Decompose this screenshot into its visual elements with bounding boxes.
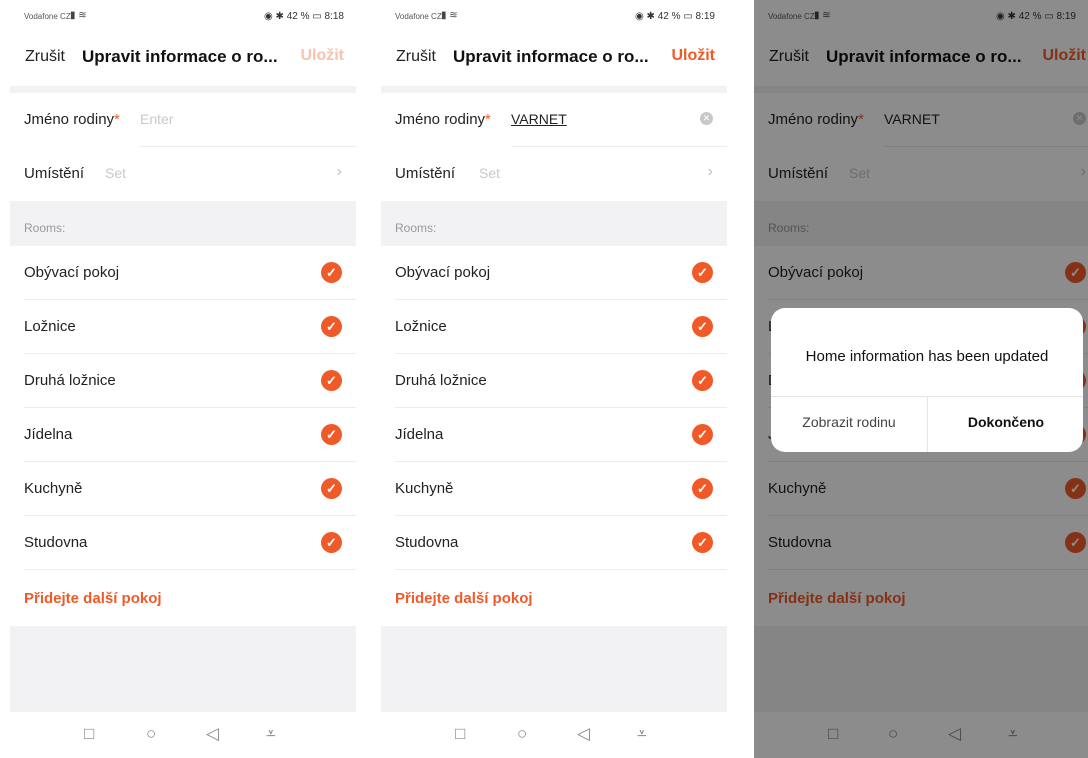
header: Zrušit Upravit informace o ro... Uložit: [381, 32, 727, 86]
add-room-button[interactable]: Přidejte další pokoj: [395, 590, 533, 607]
notification-icon[interactable]: ⩡: [266, 724, 276, 744]
room-label: Ložnice: [395, 318, 447, 335]
room-label: Obývací pokoj: [395, 264, 491, 281]
required-mark: *: [485, 111, 491, 128]
system-nav-bar: □ ○ ◁ ⩡: [10, 712, 356, 758]
room-label: Studovna: [395, 534, 459, 551]
carrier-label: Vodafone CZ: [395, 12, 442, 21]
carrier-label: Vodafone CZ: [24, 12, 71, 21]
location-row[interactable]: Umístění Set ›: [10, 147, 356, 201]
save-button[interactable]: Uložit: [671, 47, 715, 65]
chevron-right-icon: ›: [336, 163, 342, 180]
cancel-button[interactable]: Zrušit: [25, 48, 65, 66]
family-name-row[interactable]: Jméno rodiny* Enter: [10, 93, 356, 147]
room-row[interactable]: Druhá ložnice ✓: [10, 354, 356, 408]
room-label: Studovna: [24, 534, 88, 551]
room-label: Kuchyně: [395, 480, 454, 497]
rooms-section-title: Rooms:: [395, 221, 437, 235]
back-icon[interactable]: ◁: [577, 724, 590, 744]
save-button[interactable]: Uložit: [300, 47, 344, 65]
system-nav-bar: □ ○ ◁ ⩡: [381, 712, 727, 758]
room-label: Jídelna: [395, 426, 444, 443]
home-icon[interactable]: ○: [517, 724, 527, 744]
check-circle-icon[interactable]: ✓: [321, 478, 342, 499]
room-row[interactable]: Ložnice ✓: [10, 300, 356, 354]
location-row[interactable]: Umístění Set ›: [381, 147, 727, 201]
location-value: Set: [479, 165, 501, 181]
check-circle-icon[interactable]: ✓: [321, 262, 342, 283]
family-name-row[interactable]: Jméno rodiny* VARNET ✕: [381, 93, 727, 147]
room-row[interactable]: Obývací pokoj ✓: [10, 246, 356, 300]
status-bar: Vodafone CZ ▮ ≋ ◉ ✱ 42 % ▭ 8:18: [10, 0, 356, 32]
check-circle-icon[interactable]: ✓: [692, 424, 713, 445]
screen-3: Vodafone CZ ▮ ≋ ◉ ✱ 42 % ▭ 8:19 Zrušit U…: [754, 0, 1088, 758]
location-value: Set: [105, 165, 127, 181]
room-label: Kuchyně: [24, 480, 83, 497]
home-icon[interactable]: ○: [146, 724, 156, 744]
recent-apps-icon[interactable]: □: [84, 724, 94, 744]
signal-wifi-icon: ▮ ≋: [70, 10, 87, 21]
status-bar: Vodafone CZ ▮ ≋ ◉ ✱ 42 % ▭ 8:19: [381, 0, 727, 32]
check-circle-icon[interactable]: ✓: [321, 316, 342, 337]
check-circle-icon[interactable]: ✓: [692, 316, 713, 337]
view-family-button[interactable]: Zobrazit rodinu: [771, 414, 927, 430]
battery-text: 42 %: [657, 11, 681, 22]
family-name-input[interactable]: VARNET: [511, 111, 567, 127]
check-circle-icon[interactable]: ✓: [321, 370, 342, 391]
room-label: Obývací pokoj: [24, 264, 120, 281]
time-text: 8:19: [695, 11, 715, 22]
page-title: Upravit informace o ro...: [453, 47, 649, 66]
status-right: ◉ ✱ 42 % ▭ 8:18: [264, 11, 344, 22]
rooms-section-title: Rooms:: [24, 221, 66, 235]
clear-icon[interactable]: ✕: [700, 112, 713, 125]
chevron-right-icon: ›: [707, 163, 713, 180]
page-title: Upravit informace o ro...: [82, 47, 278, 66]
recent-apps-icon[interactable]: □: [455, 724, 465, 744]
check-circle-icon[interactable]: ✓: [321, 532, 342, 553]
family-name-input[interactable]: Enter: [140, 111, 173, 127]
room-row[interactable]: Ložnice ✓: [381, 300, 727, 354]
check-circle-icon[interactable]: ✓: [692, 262, 713, 283]
room-row[interactable]: Druhá ložnice ✓: [381, 354, 727, 408]
room-row[interactable]: Studovna ✓: [381, 516, 727, 570]
room-label: Druhá ložnice: [395, 372, 487, 389]
room-label: Druhá ložnice: [24, 372, 116, 389]
check-circle-icon[interactable]: ✓: [692, 370, 713, 391]
room-row[interactable]: Kuchyně ✓: [10, 462, 356, 516]
family-name-label: Jméno rodiny*: [395, 111, 491, 128]
add-room-row[interactable]: Přidejte další pokoj: [10, 570, 356, 626]
room-label: Jídelna: [24, 426, 73, 443]
check-circle-icon[interactable]: ✓: [692, 478, 713, 499]
required-mark: *: [114, 111, 120, 128]
dialog-message: Home information has been updated: [805, 348, 1049, 365]
location-label: Umístění: [395, 165, 456, 182]
room-row[interactable]: Obývací pokoj ✓: [381, 246, 727, 300]
notification-icon[interactable]: ⩡: [637, 724, 647, 744]
add-room-button[interactable]: Přidejte další pokoj: [24, 590, 162, 607]
screen-1: Vodafone CZ ▮ ≋ ◉ ✱ 42 % ▭ 8:18 Zrušit U…: [10, 0, 356, 758]
battery-text: 42 %: [286, 11, 310, 22]
confirmation-dialog: Home information has been updated Zobraz…: [771, 308, 1083, 452]
time-text: 8:18: [324, 11, 344, 22]
room-row[interactable]: Studovna ✓: [10, 516, 356, 570]
room-row[interactable]: Jídelna ✓: [10, 408, 356, 462]
family-name-label: Jméno rodiny*: [24, 111, 120, 128]
room-row[interactable]: Jídelna ✓: [381, 408, 727, 462]
status-right: ◉ ✱ 42 % ▭ 8:19: [635, 11, 715, 22]
room-label: Ložnice: [24, 318, 76, 335]
screen-2: Vodafone CZ ▮ ≋ ◉ ✱ 42 % ▭ 8:19 Zrušit U…: [381, 0, 727, 758]
back-icon[interactable]: ◁: [206, 724, 219, 744]
check-circle-icon[interactable]: ✓: [321, 424, 342, 445]
room-row[interactable]: Kuchyně ✓: [381, 462, 727, 516]
signal-wifi-icon: ▮ ≋: [441, 10, 458, 21]
add-room-row[interactable]: Přidejte další pokoj: [381, 570, 727, 626]
location-label: Umístění: [24, 165, 85, 182]
done-button[interactable]: Dokončeno: [928, 414, 1083, 430]
header: Zrušit Upravit informace o ro... Uložit: [10, 32, 356, 86]
cancel-button[interactable]: Zrušit: [396, 48, 436, 66]
check-circle-icon[interactable]: ✓: [692, 532, 713, 553]
